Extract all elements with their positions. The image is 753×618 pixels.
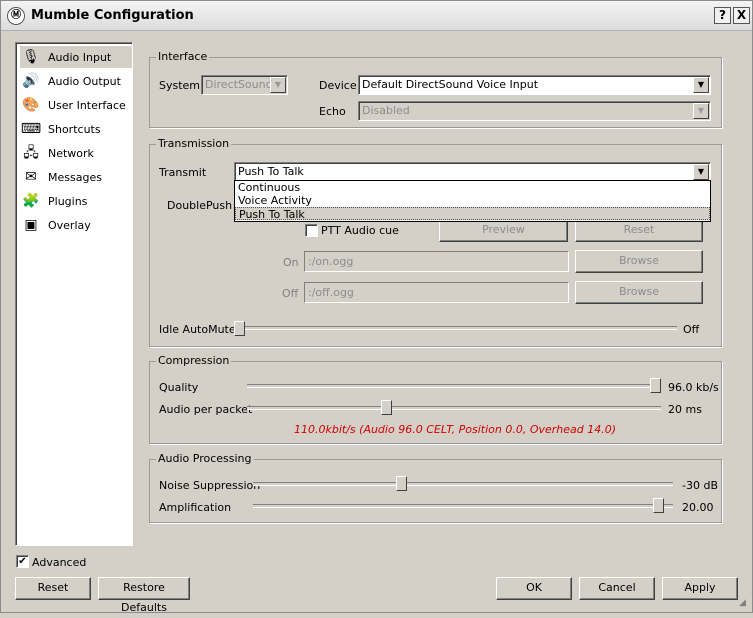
audio-per-packet-slider[interactable] bbox=[247, 406, 661, 410]
doublepush-label: DoublePush T bbox=[167, 199, 243, 212]
sidebar-item-label: Network bbox=[48, 146, 94, 160]
transmit-option-voice-activity[interactable]: Voice Activity bbox=[235, 194, 710, 207]
chevron-down-icon: ▼ bbox=[693, 77, 709, 93]
reset-audio-cue-button[interactable]: Reset bbox=[575, 219, 703, 242]
shortcuts-icon: ⌨ bbox=[20, 121, 42, 137]
advanced-checkbox[interactable]: ✔ bbox=[16, 555, 29, 568]
resize-grip-icon[interactable]: ◢ bbox=[739, 598, 746, 608]
apply-button[interactable]: Apply bbox=[662, 577, 738, 600]
advanced-label: Advanced bbox=[32, 556, 87, 569]
amplification-slider[interactable] bbox=[253, 504, 673, 508]
transmit-dropdown-list: Continuous Voice Activity Push To Talk bbox=[234, 180, 711, 222]
network-icon: 🖧 bbox=[23, 145, 39, 161]
device-label: Device bbox=[319, 79, 357, 92]
echo-select-value: Disabled bbox=[362, 104, 410, 117]
device-select-value: Default DirectSound Voice Input bbox=[362, 78, 539, 91]
chevron-down-icon: ▼ bbox=[693, 103, 709, 119]
noise-suppression-slider[interactable] bbox=[253, 482, 673, 486]
audio-per-packet-label: Audio per packet bbox=[159, 403, 253, 416]
system-select[interactable]: DirectSound ▼ bbox=[201, 75, 288, 95]
speaker-icon: 🔊 bbox=[22, 73, 40, 89]
sidebar-item-user-interface[interactable]: 🎨 User Interface bbox=[20, 94, 132, 116]
sidebar-item-label: Plugins bbox=[48, 194, 88, 208]
compression-group-title: Compression bbox=[156, 354, 232, 367]
sidebar-item-label: User Interface bbox=[48, 98, 126, 112]
settings-page-list: 🎙 Audio Input 🔊 Audio Output 🎨 User Inte… bbox=[15, 42, 133, 546]
quality-slider-handle[interactable] bbox=[650, 378, 661, 393]
sidebar-item-audio-output[interactable]: 🔊 Audio Output bbox=[20, 70, 132, 92]
sidebar-item-label: Overlay bbox=[48, 218, 91, 232]
palette-icon: 🎨 bbox=[22, 97, 40, 113]
noise-suppression-value: -30 dB bbox=[682, 479, 718, 492]
idle-automute-slider-handle[interactable] bbox=[234, 321, 245, 336]
bitrate-info-text: 110.0kbit/s (Audio 96.0 CELT, Position 0… bbox=[294, 423, 617, 436]
ok-button[interactable]: OK bbox=[496, 577, 572, 600]
ptt-audio-cue-label: PTT Audio cue bbox=[321, 224, 399, 237]
sidebar-item-network[interactable]: 🖧 Network bbox=[20, 142, 132, 164]
transmit-select-value: Push To Talk bbox=[238, 165, 304, 178]
sidebar-item-label: Audio Output bbox=[48, 74, 121, 88]
cancel-button[interactable]: Cancel bbox=[579, 577, 655, 600]
amplification-value: 20.00 bbox=[682, 501, 714, 514]
sidebar-item-overlay[interactable]: ▣ Overlay bbox=[20, 214, 132, 236]
title-bar: Ⓜ Mumble Configuration ? X bbox=[1, 1, 752, 31]
plugins-icon: 🧩 bbox=[22, 193, 40, 209]
system-select-value: DirectSound bbox=[205, 78, 273, 91]
restore-defaults-button[interactable]: Restore Defaults bbox=[98, 577, 190, 614]
audio-per-packet-value: 20 ms bbox=[668, 403, 702, 416]
preview-button[interactable]: Preview bbox=[439, 219, 568, 242]
sidebar-item-messages[interactable]: ✉ Messages bbox=[20, 166, 132, 188]
browse-on-button[interactable]: Browse bbox=[575, 250, 703, 273]
interface-group-title: Interface bbox=[156, 50, 210, 63]
quality-value: 96.0 kb/s bbox=[668, 381, 719, 394]
amplification-slider-handle[interactable] bbox=[653, 498, 664, 513]
audio-processing-group-title: Audio Processing bbox=[156, 452, 254, 465]
window-title: Mumble Configuration bbox=[31, 8, 194, 23]
transmit-option-continuous[interactable]: Continuous bbox=[235, 181, 710, 194]
messages-icon: ✉ bbox=[25, 169, 37, 185]
echo-select[interactable]: Disabled ▼ bbox=[358, 101, 711, 121]
close-button[interactable]: X bbox=[733, 7, 750, 24]
sidebar-item-label: Messages bbox=[48, 170, 102, 184]
noise-suppression-slider-handle[interactable] bbox=[396, 476, 407, 491]
transmit-option-push-to-talk[interactable]: Push To Talk bbox=[235, 207, 710, 221]
browse-off-button[interactable]: Browse bbox=[575, 281, 703, 304]
quality-slider[interactable] bbox=[247, 384, 661, 388]
on-sound-field[interactable]: :/on.ogg bbox=[304, 251, 569, 272]
sidebar-item-audio-input[interactable]: 🎙 Audio Input bbox=[20, 46, 132, 68]
idle-automute-label: Idle AutoMute bbox=[159, 323, 236, 336]
transmit-select[interactable]: Push To Talk ▼ bbox=[234, 162, 711, 182]
quality-label: Quality bbox=[159, 381, 199, 394]
device-select[interactable]: Default DirectSound Voice Input ▼ bbox=[358, 75, 711, 95]
ptt-audio-cue-checkbox[interactable] bbox=[305, 224, 318, 237]
sidebar-item-plugins[interactable]: 🧩 Plugins bbox=[20, 190, 132, 212]
noise-suppression-label: Noise Suppression bbox=[159, 479, 261, 492]
amplification-label: Amplification bbox=[159, 501, 232, 514]
idle-automute-value: Off bbox=[683, 323, 700, 336]
transmission-group-title: Transmission bbox=[156, 137, 232, 150]
audio-per-packet-slider-handle[interactable] bbox=[381, 400, 392, 415]
chevron-down-icon: ▼ bbox=[270, 77, 286, 93]
transmit-label: Transmit bbox=[159, 166, 207, 179]
sidebar-item-shortcuts[interactable]: ⌨ Shortcuts bbox=[20, 118, 132, 140]
sidebar-item-label: Shortcuts bbox=[48, 122, 101, 136]
idle-automute-slider[interactable] bbox=[235, 326, 677, 330]
echo-label: Echo bbox=[319, 105, 346, 118]
off-sound-field[interactable]: :/off.ogg bbox=[304, 282, 569, 303]
off-label: Off bbox=[282, 287, 299, 300]
mumble-configuration-dialog: Ⓜ Mumble Configuration ? X 🎙 Audio Input… bbox=[0, 0, 753, 614]
chevron-down-icon: ▼ bbox=[693, 164, 709, 180]
system-label: System bbox=[159, 79, 201, 92]
sidebar-item-label: Audio Input bbox=[48, 50, 112, 64]
microphone-icon: 🎙 bbox=[22, 49, 40, 65]
on-label: On bbox=[283, 256, 299, 269]
mumble-logo-icon: Ⓜ bbox=[7, 7, 25, 25]
help-button[interactable]: ? bbox=[714, 7, 731, 24]
overlay-icon: ▣ bbox=[24, 217, 38, 233]
reset-button[interactable]: Reset bbox=[15, 577, 91, 600]
